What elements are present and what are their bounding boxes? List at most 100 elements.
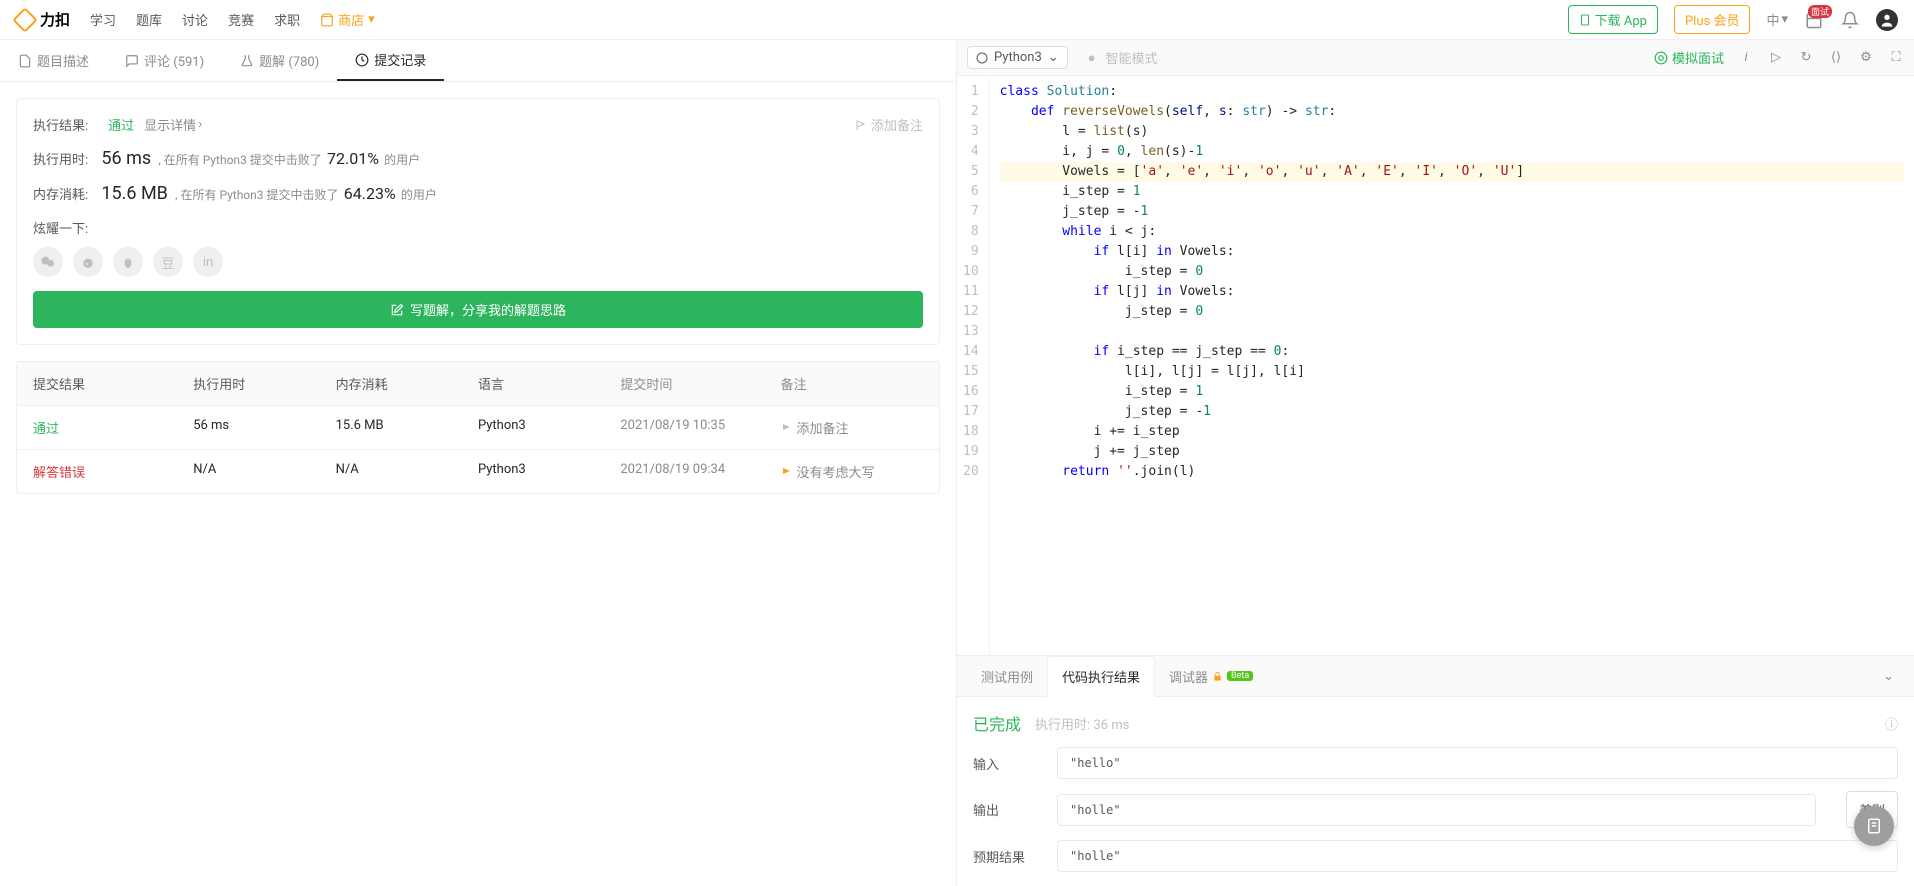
expected-label: 预期结果 (973, 847, 1037, 866)
logo-icon (12, 7, 37, 32)
cell-lang: Python3 (478, 462, 620, 481)
table-row[interactable]: 解答错误 N/A N/A Python3 2021/08/19 09:34 没有… (17, 449, 939, 493)
console-tabs: 测试用例 代码执行结果 调试器 Beta ⌄ (957, 656, 1914, 697)
write-solution-button[interactable]: 写题解，分享我的解题思路 (33, 291, 923, 328)
table-row[interactable]: 通过 56 ms 15.6 MB Python3 2021/08/19 10:3… (17, 405, 939, 449)
tab-debugger[interactable]: 调试器 Beta (1155, 657, 1267, 696)
cell-memory: N/A (336, 462, 478, 481)
wechat-share-icon[interactable] (33, 247, 63, 277)
nav-contest[interactable]: 竞赛 (228, 10, 254, 29)
share-label: 炫耀一下: (33, 218, 923, 237)
table-header: 提交结果 执行用时 内存消耗 语言 提交时间 备注 (17, 362, 939, 405)
language-selector[interactable]: 中 ▾ (1766, 10, 1788, 29)
linkedin-share-icon[interactable]: in (193, 247, 223, 277)
tab-description[interactable]: 题目描述 (0, 40, 107, 81)
bookmark-icon[interactable]: ⟨⟩ (1828, 50, 1844, 65)
editor-toolbar: Python3 ⌄ ● 智能模式 模拟面试 i ▷ ↻ ⟨⟩ ⚙ ⛶ (957, 40, 1914, 76)
navbar-left: 力扣 学习 题库 讨论 竞赛 求职 商店 ▾ (16, 9, 375, 30)
top-navbar: 力扣 学习 题库 讨论 竞赛 求职 商店 ▾ 下载 App Plus 会员 中 … (0, 0, 1914, 40)
tab-submissions[interactable]: 提交记录 (337, 40, 444, 81)
chevron-right-icon: › (198, 117, 202, 132)
info-icon[interactable]: i (1738, 50, 1754, 65)
notification-icon[interactable] (1840, 11, 1860, 29)
cell-date: 2021/08/19 10:35 (620, 418, 780, 437)
run-icon[interactable]: ▷ (1768, 50, 1784, 65)
cell-result: 通过 (33, 418, 193, 437)
output-value: "holle" (1057, 794, 1816, 826)
submission-table: 提交结果 执行用时 内存消耗 语言 提交时间 备注 通过 56 ms 15.6 … (16, 361, 940, 494)
user-avatar[interactable] (1876, 9, 1898, 31)
target-icon (1654, 51, 1668, 65)
notes-fab[interactable] (1854, 806, 1894, 846)
qq-share-icon[interactable] (113, 247, 143, 277)
flag-icon (781, 466, 793, 478)
douban-share-icon[interactable]: 豆 (153, 247, 183, 277)
flag-icon (781, 422, 793, 434)
language-select[interactable]: Python3 ⌄ (967, 46, 1068, 69)
input-value: "hello" (1057, 747, 1898, 779)
tab-testcase[interactable]: 测试用例 (967, 657, 1047, 696)
left-tabs: 题目描述 评论 (591) 题解 (780) 提交记录 (0, 40, 956, 82)
streak-icon[interactable]: 面试 (1804, 11, 1824, 29)
left-content: 执行结果: 通过 显示详情 › 添加备注 执行用时: 56 ms , 在所有 P… (0, 82, 956, 886)
right-pane: Python3 ⌄ ● 智能模式 模拟面试 i ▷ ↻ ⟨⟩ ⚙ ⛶ (957, 40, 1914, 886)
collapse-console-icon[interactable]: ⌄ (1873, 659, 1904, 694)
expected-value: "holle" (1057, 840, 1898, 872)
add-note-button[interactable]: 添加备注 (855, 115, 923, 134)
mock-interview-button[interactable]: 模拟面试 (1654, 48, 1724, 67)
caret-down-icon: ▾ (1781, 12, 1788, 27)
cell-lang: Python3 (478, 418, 620, 437)
code-editor[interactable]: 1234567891011121314151617181920 class So… (957, 76, 1914, 655)
input-label: 输入 (973, 754, 1037, 773)
code-area[interactable]: class Solution: def reverseVowels(self, … (990, 76, 1914, 655)
result-label: 执行结果: (33, 115, 88, 134)
history-icon (355, 53, 369, 67)
logo[interactable]: 力扣 (16, 9, 70, 30)
output-label: 输出 (973, 800, 1037, 819)
social-row: 豆 in (33, 247, 923, 277)
chevron-down-icon: ⌄ (1048, 50, 1059, 65)
result-status: 通过 (108, 115, 134, 134)
nav-learn[interactable]: 学习 (90, 10, 116, 29)
flask-icon (240, 54, 254, 68)
cell-memory: 15.6 MB (336, 418, 478, 437)
tab-result[interactable]: 代码执行结果 (1047, 656, 1155, 697)
note-icon (1865, 817, 1883, 835)
phone-icon (1579, 14, 1591, 26)
comment-icon (125, 54, 139, 68)
ai-mode-label[interactable]: 智能模式 (1106, 48, 1158, 67)
runtime-metric: 执行用时: 56 ms , 在所有 Python3 提交中击败了 72.01% … (33, 148, 923, 169)
fullscreen-icon[interactable]: ⛶ (1888, 50, 1904, 65)
lock-icon (1212, 671, 1223, 682)
penguin-icon (1879, 12, 1895, 28)
cell-note[interactable]: 没有考虑大写 (781, 462, 923, 481)
cell-note[interactable]: 添加备注 (781, 418, 923, 437)
edit-icon (390, 303, 404, 317)
left-pane: 题目描述 评论 (591) 题解 (780) 提交记录 执行结果: 通过 (0, 40, 957, 886)
weibo-share-icon[interactable] (73, 247, 103, 277)
settings-icon[interactable]: ⚙ (1858, 50, 1874, 65)
cell-result: 解答错误 (33, 462, 193, 481)
download-app-button[interactable]: 下载 App (1568, 5, 1658, 34)
reset-icon[interactable]: ↻ (1798, 50, 1814, 65)
result-card: 执行结果: 通过 显示详情 › 添加备注 执行用时: 56 ms , 在所有 P… (16, 98, 940, 345)
info-circle-icon (976, 52, 988, 64)
console-status: 已完成 (973, 711, 1021, 735)
console-content: 已完成 执行用时: 36 ms ⓘ 输入 "hello" 输出 "holle" … (957, 697, 1914, 886)
info-icon[interactable]: ⓘ (1885, 714, 1898, 733)
ai-indicator-icon: ● (1088, 50, 1096, 66)
line-gutter: 1234567891011121314151617181920 (957, 76, 990, 655)
tab-solutions[interactable]: 题解 (780) (222, 40, 337, 81)
console-panel: 测试用例 代码执行结果 调试器 Beta ⌄ 已完成 执行用时: 36 ms ⓘ (957, 655, 1914, 886)
plus-member-button[interactable]: Plus 会员 (1674, 5, 1750, 34)
flag-icon (855, 119, 867, 131)
nav-discuss[interactable]: 讨论 (182, 10, 208, 29)
nav-problems[interactable]: 题库 (136, 10, 162, 29)
cell-time: 56 ms (193, 418, 335, 437)
nav-shop[interactable]: 商店 ▾ (320, 10, 375, 29)
logo-text: 力扣 (40, 9, 70, 30)
nav-jobs[interactable]: 求职 (274, 10, 300, 29)
memory-metric: 内存消耗: 15.6 MB , 在所有 Python3 提交中击败了 64.23… (33, 183, 923, 204)
tab-comments[interactable]: 评论 (591) (107, 40, 222, 81)
show-detail-link[interactable]: 显示详情 › (144, 115, 202, 134)
